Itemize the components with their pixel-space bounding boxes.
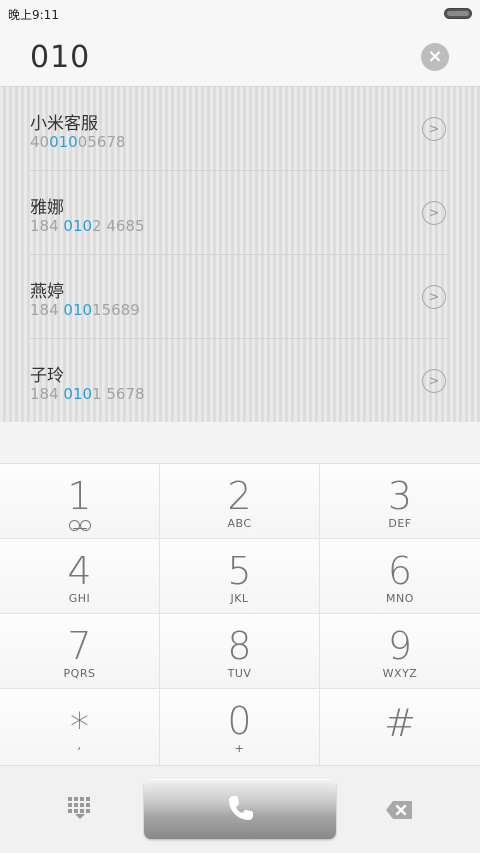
key-digit: 3 (387, 474, 413, 518)
contact-name: 子玲 (30, 366, 64, 386)
match-highlight: 010 (63, 301, 93, 319)
key-2[interactable]: 2 ABC (160, 464, 320, 539)
key-digit: 8 (227, 624, 252, 668)
contact-detail-button[interactable]: > (422, 117, 446, 141)
contact-number: 4001005678 (30, 133, 126, 151)
key-digit: 9 (387, 624, 413, 668)
key-digit: 5 (227, 549, 252, 593)
spacer (0, 422, 480, 463)
key-letters: WXYZ (382, 667, 418, 680)
voicemail-icon (69, 520, 91, 531)
chevron-right-icon: > (428, 121, 440, 137)
key-9[interactable]: 9 WXYZ (320, 614, 480, 689)
chevron-right-icon: > (428, 289, 440, 305)
key-8[interactable]: 8 TUV (160, 614, 320, 689)
key-letters: JKL (230, 592, 249, 605)
key-1[interactable]: 1 (0, 464, 160, 539)
list-item[interactable]: 子玲 184 0101 5678 > (0, 339, 480, 423)
key-0[interactable]: 0 + (160, 689, 320, 766)
key-letters: + (234, 742, 245, 755)
clear-input-button[interactable]: × (421, 43, 449, 71)
dialpad: 1 2 ABC 3 DEF 4 GHI 5 JKL 6 MNO 7 PQRS 8… (0, 463, 480, 766)
match-highlight: 010 (49, 133, 78, 151)
chevron-right-icon: > (428, 205, 440, 221)
backspace-icon[interactable] (385, 800, 413, 820)
contact-detail-button[interactable]: > (422, 201, 446, 225)
status-time: 晚上9:11 (8, 8, 59, 22)
key-digit: 2 (227, 474, 252, 518)
dial-input-area: 010 × (0, 28, 480, 86)
list-item[interactable]: 小米客服 4001005678 > (0, 87, 480, 171)
contact-name: 燕婷 (30, 282, 64, 302)
list-item[interactable]: 燕婷 184 01015689 > (0, 255, 480, 339)
status-bar: 晚上9:11 (0, 0, 480, 28)
contact-detail-button[interactable]: > (422, 285, 446, 309)
key-digit: 4 (67, 549, 92, 593)
key-7[interactable]: 7 PQRS (0, 614, 160, 689)
key-letters: , (77, 739, 82, 752)
dialpad-icon[interactable] (66, 797, 94, 821)
contact-detail-button[interactable]: > (422, 369, 446, 393)
key-4[interactable]: 4 GHI (0, 539, 160, 614)
battery-icon (444, 8, 472, 19)
match-highlight: 010 (63, 217, 93, 235)
key-letters: MNO (386, 592, 414, 605)
bottom-action-bar (0, 765, 480, 853)
key-digit: 7 (67, 624, 92, 668)
contact-number: 184 01015689 (30, 301, 140, 319)
key-letters: TUV (227, 667, 252, 680)
contact-number: 184 0102 4685 (30, 217, 145, 235)
key-digit: 0 (227, 699, 252, 743)
key-letters: ABC (227, 517, 252, 530)
contact-number: 184 0101 5678 (30, 385, 145, 403)
clear-circle-icon: × (427, 46, 443, 67)
call-button[interactable] (144, 779, 336, 839)
key-3[interactable]: 3 DEF (320, 464, 480, 539)
contact-results-list: 小米客服 4001005678 > 雅娜 184 0102 4685 > 燕婷 … (0, 86, 480, 422)
phone-icon (229, 796, 253, 820)
list-item[interactable]: 雅娜 184 0102 4685 > (0, 171, 480, 255)
key-letters: PQRS (63, 667, 96, 680)
key-5[interactable]: 5 JKL (160, 539, 320, 614)
key-star[interactable]: * , (0, 689, 160, 766)
contact-name: 雅娜 (30, 198, 64, 218)
key-digit: 6 (387, 549, 413, 593)
key-hash[interactable]: # (320, 689, 480, 766)
match-highlight: 010 (63, 385, 93, 403)
chevron-right-icon: > (428, 373, 440, 389)
key-letters: DEF (388, 517, 412, 530)
key-digit: # (384, 701, 416, 745)
key-6[interactable]: 6 MNO (320, 539, 480, 614)
dial-input[interactable]: 010 (30, 40, 90, 75)
key-digit: 1 (67, 474, 92, 518)
key-letters: GHI (68, 592, 91, 605)
contact-name: 小米客服 (30, 114, 98, 134)
